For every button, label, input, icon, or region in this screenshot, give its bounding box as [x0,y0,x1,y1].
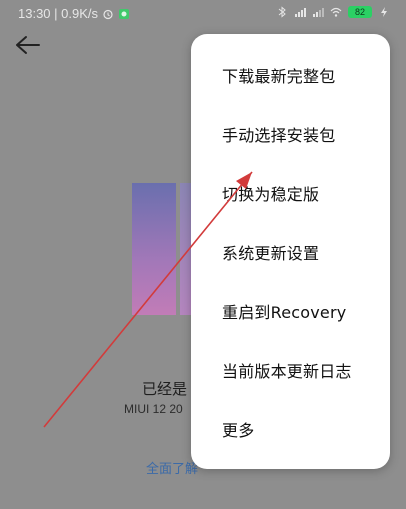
status-left: 13:30 | 0.9K/s [18,6,130,21]
status-right: 82 [276,6,390,18]
status-bar: 13:30 | 0.9K/s 82 [0,0,406,28]
screen: 13:30 | 0.9K/s 82 已经是 MIUI 12 20 全面了解 下载… [0,0,406,509]
battery-icon: 82 [348,6,372,18]
menu-item-label: 切换为稳定版 [222,185,320,204]
alarm-icon [103,9,113,19]
logo-bar-left [132,183,176,315]
signal-icon [295,8,306,17]
menu-item-more[interactable]: 更多 [191,400,390,458]
app-notification-icon [119,8,129,19]
menu-item-label: 系统更新设置 [222,244,320,263]
bluetooth-icon [278,6,286,18]
menu-item-switch-stable[interactable]: 切换为稳定版 [191,164,390,222]
menu-item-label: 手动选择安装包 [222,126,336,145]
menu-item-choose-package[interactable]: 手动选择安装包 [191,105,390,163]
version-text: MIUI 12 20 [124,402,183,416]
wifi-icon [330,7,342,17]
update-status-title: 已经是 [142,380,188,398]
menu-item-label: 下载最新完整包 [222,67,336,86]
menu-item-changelog[interactable]: 当前版本更新日志 [191,341,390,399]
time-and-network-speed: 13:30 | 0.9K/s [18,6,98,21]
menu-item-label: 重启到Recovery [222,303,347,322]
overflow-menu: 下载最新完整包 手动选择安装包 切换为稳定版 系统更新设置 重启到Recover… [191,34,390,469]
menu-item-label: 更多 [222,421,255,440]
menu-item-label: 当前版本更新日志 [222,362,352,381]
menu-item-update-settings[interactable]: 系统更新设置 [191,223,390,281]
menu-item-reboot-recovery[interactable]: 重启到Recovery [191,282,390,340]
learn-more-link[interactable]: 全面了解 [146,458,198,477]
charging-icon [381,7,387,17]
back-arrow-icon[interactable] [14,34,42,56]
menu-item-download-full-package[interactable]: 下载最新完整包 [191,46,390,104]
signal-2-icon [313,8,324,17]
